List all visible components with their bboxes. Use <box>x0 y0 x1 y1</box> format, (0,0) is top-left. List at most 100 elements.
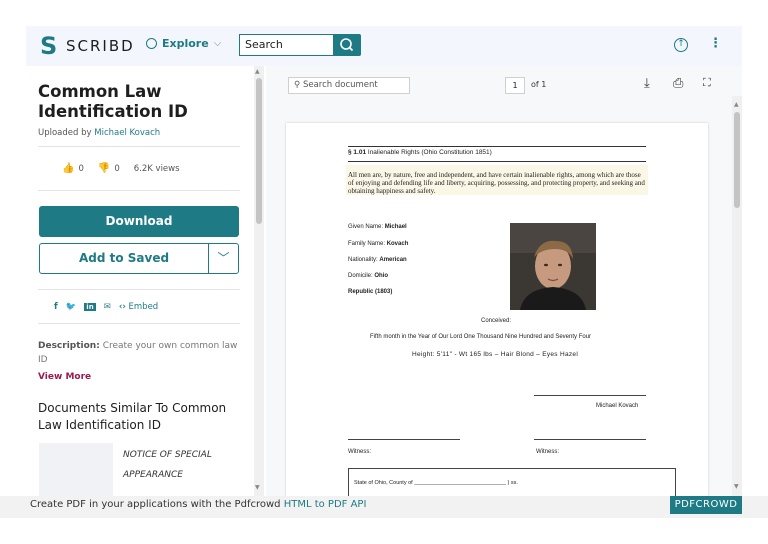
document-search-placeholder: Search document <box>302 80 378 90</box>
scroll-up-arrow[interactable]: ▲ <box>255 68 260 75</box>
signature-line <box>534 395 646 396</box>
like-button[interactable]: 👍 0 <box>62 163 84 174</box>
given-name-field: Given Name: Michael <box>348 224 407 230</box>
scribd-logo[interactable]: S SCRIBD <box>40 34 135 58</box>
search-button[interactable] <box>333 34 361 56</box>
field-value: Kovach <box>386 241 409 247</box>
uploader-link[interactable]: Michael Kovach <box>94 128 160 138</box>
view-count: 6.2K views <box>133 163 180 174</box>
section-number: § 1.01 <box>348 149 367 156</box>
thumbs-up-icon: 👍 <box>62 163 75 174</box>
add-to-saved-button[interactable]: Add to Saved <box>40 244 208 273</box>
rule <box>348 161 646 162</box>
document-title: Common Law Identification ID <box>38 82 188 121</box>
rule <box>348 146 646 147</box>
document-search-input[interactable]: ⚲ Search document <box>288 77 410 94</box>
description: Description: Create your own common law … <box>38 339 243 367</box>
field-value: Ohio <box>374 273 389 279</box>
divider <box>38 323 240 324</box>
divider <box>38 289 240 290</box>
section-title: Inalienable Rights (Ohio Constitution 18… <box>367 149 492 156</box>
state-line: State of Ohio, County of _______________… <box>354 480 518 486</box>
viewer-scrollbar-thumb[interactable] <box>734 112 740 208</box>
chevron-down-icon: ⌵ <box>213 38 222 49</box>
document-info-panel: Common Law Identification ID Uploaded by… <box>26 66 254 496</box>
download-button[interactable]: Download <box>39 206 239 237</box>
section-heading: § 1.01 Inalienable Rights (Ohio Constitu… <box>348 149 492 156</box>
conceived-label: Conceived: <box>481 318 512 324</box>
nationality-field: Nationality: American <box>348 257 407 263</box>
witness-line-left <box>348 439 460 440</box>
view-more-link[interactable]: View More <box>38 372 91 382</box>
stats-row: 👍 0 👎 0 6.2K views <box>62 163 180 174</box>
field-label: Nationality: <box>348 257 378 263</box>
facebook-icon[interactable]: f <box>54 302 58 312</box>
birth-date-line: Fifth month in the Year of Our Lord One … <box>370 334 592 340</box>
family-name-field: Family Name: Kovach <box>348 241 408 247</box>
embed-button[interactable]: ‹› Embed <box>119 302 158 312</box>
page-number-input[interactable]: 1 <box>505 77 525 94</box>
print-icon[interactable]: ⎙ <box>673 76 683 91</box>
similar-document-title[interactable]: NOTICE OF SPECIAL APPEARANCE <box>123 445 233 485</box>
left-scrollbar-thumb[interactable] <box>256 78 262 224</box>
document-page: § 1.01 Inalienable Rights (Ohio Constitu… <box>286 123 708 509</box>
search-icon <box>340 38 354 52</box>
domicile-field: Domicile: Ohio <box>348 273 388 279</box>
dislike-count: 0 <box>114 164 120 174</box>
footer-text: Create PDF in your applications with the… <box>30 499 366 510</box>
portrait-image <box>510 223 596 310</box>
code-icon: ‹› <box>118 302 126 312</box>
email-icon[interactable]: ✉ <box>104 302 111 312</box>
portrait-photo <box>510 223 596 310</box>
pdfcrowd-footer: Create PDF in your applications with the… <box>0 496 768 518</box>
explore-label: Explore <box>162 37 209 50</box>
scribd-logo-icon: S <box>40 32 58 60</box>
uploaded-by: Uploaded by Michael Kovach <box>38 128 160 138</box>
scroll-down-arrow[interactable]: ▼ <box>255 484 260 491</box>
similar-heading: Documents Similar To Common Law Identifi… <box>38 401 227 432</box>
republic-field: Republic (1803) <box>348 289 392 295</box>
divider <box>38 190 240 191</box>
more-vertical-icon[interactable]: ⋮ <box>709 36 722 51</box>
physical-description: Height: 5'11" - Wt 165 lbs – Hair Blond … <box>412 351 579 358</box>
fullscreen-icon[interactable]: ⛶ <box>703 76 711 90</box>
search-icon: ⚲ <box>294 80 301 90</box>
dislike-button[interactable]: 👎 0 <box>98 163 120 174</box>
rights-paragraph: All men are, by nature, free and indepen… <box>346 165 648 195</box>
explore-menu[interactable]: Explore ⌵ <box>146 37 221 50</box>
field-value: Republic (1803) <box>348 289 393 295</box>
field-value: American <box>379 257 407 263</box>
page-count: of 1 <box>531 80 547 89</box>
logo-text: SCRIBD <box>66 37 135 55</box>
linkedin-icon[interactable]: in <box>84 303 96 311</box>
field-value: Michael <box>384 224 407 230</box>
scroll-down-arrow[interactable]: ▼ <box>734 483 739 490</box>
chevron-down-icon[interactable]: ﹀ <box>208 244 238 273</box>
field-label: Family Name: <box>348 241 386 247</box>
witness-left-label: Witness: <box>348 449 372 455</box>
pdfcrowd-badge[interactable]: PDFCROWD <box>670 496 742 514</box>
embed-label: Embed <box>128 302 159 312</box>
scroll-up-arrow[interactable]: ▲ <box>734 101 739 108</box>
field-label: Given Name: <box>348 224 384 230</box>
similar-document-thumbnail[interactable] <box>39 443 113 496</box>
like-count: 0 <box>78 164 84 174</box>
witness-right-label: Witness: <box>536 449 560 455</box>
share-row: f 🐦 in ✉ ‹› Embed <box>54 302 158 312</box>
twitter-icon[interactable]: 🐦 <box>66 302 77 312</box>
add-to-saved-group: Add to Saved ﹀ <box>39 243 239 274</box>
uploaded-prefix: Uploaded by <box>38 128 92 138</box>
footer-message: Create PDF in your applications with the… <box>30 499 281 510</box>
field-label: Domicile: <box>348 273 373 279</box>
html-to-pdf-link[interactable]: HTML to PDF API <box>284 499 367 510</box>
description-label: Description: <box>38 341 100 351</box>
divider <box>38 146 240 147</box>
upload-icon[interactable]: ↑ <box>674 38 688 52</box>
compass-icon <box>146 38 157 49</box>
signature-name: Michael Kovach <box>596 403 639 409</box>
thumbs-down-icon: 👎 <box>97 163 111 174</box>
search-input[interactable]: Search <box>239 34 333 56</box>
witness-line-right <box>534 439 646 440</box>
download-icon[interactable]: ⤓ <box>644 76 650 91</box>
top-nav-bar: S SCRIBD Explore ⌵ Search ↑ ⋮ <box>26 26 742 66</box>
